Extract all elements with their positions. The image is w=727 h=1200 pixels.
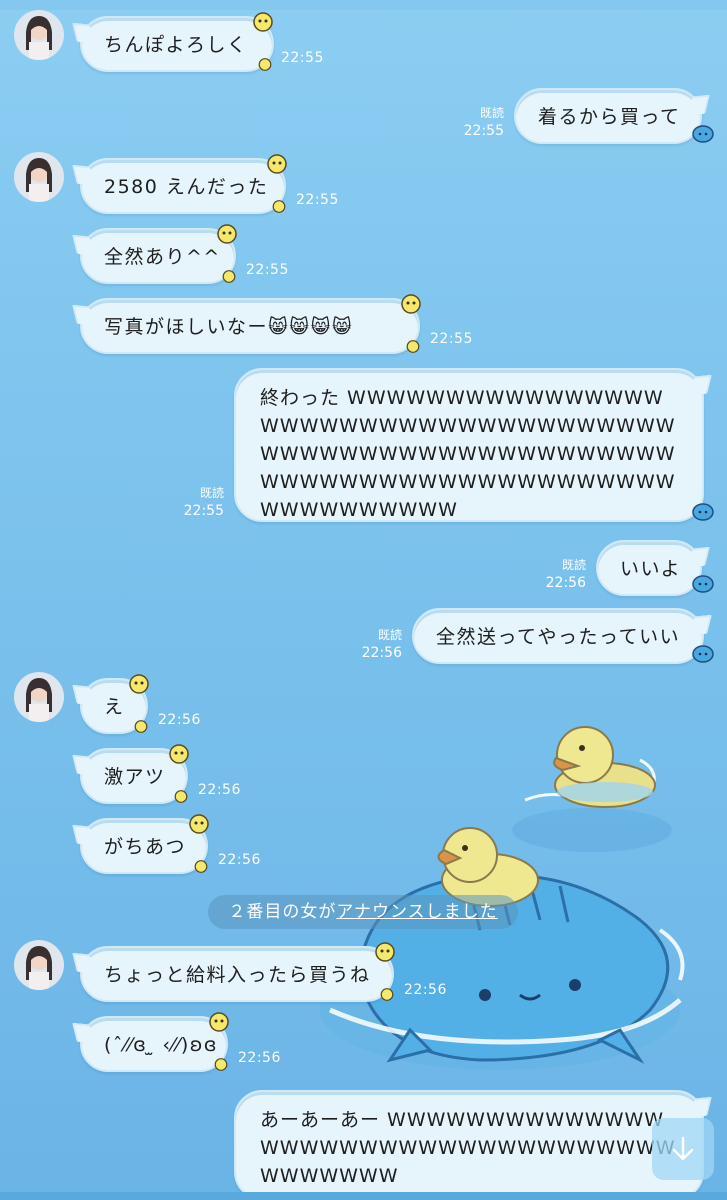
- chick-icon: [214, 1058, 228, 1071]
- chick-icon: [222, 270, 236, 283]
- message-text: 着るから買って: [538, 106, 681, 128]
- incoming-message[interactable]: ちょっと給料入ったら買うね: [80, 946, 394, 1002]
- message-time: 22:55: [463, 123, 504, 139]
- contact-avatar[interactable]: [14, 152, 64, 202]
- message-time: 22:55: [183, 503, 224, 519]
- incoming-message[interactable]: 2580 えんだった: [80, 158, 286, 214]
- outgoing-message[interactable]: いいよ: [596, 540, 702, 596]
- outgoing-message[interactable]: 着るから買って: [514, 88, 702, 144]
- chick-icon: [406, 340, 420, 353]
- chick-icon: [174, 790, 188, 803]
- blue-fish-icon: [692, 125, 714, 143]
- message-time: 22:56: [238, 1050, 281, 1066]
- announcement-prefix: ２番目の女が: [228, 902, 337, 922]
- chick-icon: [272, 200, 286, 213]
- message-time: 22:55: [281, 50, 324, 66]
- message-time: 22:56: [218, 852, 261, 868]
- message-text: 2580 えんだった: [104, 176, 269, 198]
- message-time: 22:55: [430, 331, 473, 347]
- announcement-link[interactable]: アナウンスしました: [336, 902, 497, 922]
- chick-icon: [129, 674, 149, 694]
- contact-avatar[interactable]: [14, 672, 64, 722]
- outgoing-message[interactable]: あーあーあー WWWWWWWWWWWWWWWWWWWWWWWWWWWWWWWWW…: [234, 1090, 704, 1200]
- read-receipt: 既読 22:55: [462, 104, 504, 140]
- bottom-edge: [0, 1192, 727, 1200]
- message-text: 全然送ってやったっていい: [436, 626, 681, 648]
- message-text: あーあーあー WWWWWWWWWWWWWWWWWWWWWWWWWWWWWWWWW…: [260, 1109, 676, 1187]
- announcement-banner: ２番目の女がアナウンスしました: [208, 895, 518, 929]
- message-text: 終わった WWWWWWWWWWWWWWWWWWWWWWWWWWWWWWWWWWW…: [260, 387, 676, 521]
- chick-icon: [194, 860, 208, 873]
- message-text: いいよ: [620, 558, 682, 580]
- chick-icon: [380, 988, 394, 1001]
- chick-icon: [134, 720, 148, 733]
- chick-icon: [258, 58, 272, 71]
- message-text: (ˆ⁄⁄ɞ ̫ ‹⁄⁄)ʚɞ: [104, 1034, 219, 1056]
- read-receipt: 既読 22:56: [544, 556, 586, 592]
- message-text: 写真がほしいなー😸😸😸😸: [104, 316, 354, 338]
- message-text: がちあつ: [104, 836, 187, 858]
- outgoing-message[interactable]: 終わった WWWWWWWWWWWWWWWWWWWWWWWWWWWWWWWWWWW…: [234, 368, 704, 522]
- incoming-message[interactable]: 全然あり^^: [80, 228, 236, 284]
- message-time: 22:55: [296, 192, 339, 208]
- chick-icon: [267, 154, 287, 174]
- incoming-message[interactable]: 写真がほしいなー😸😸😸😸: [80, 298, 420, 354]
- read-receipt: 既読 22:56: [360, 626, 402, 662]
- chick-icon: [253, 12, 273, 32]
- message-time: 22:55: [246, 262, 289, 278]
- arrow-down-icon: [672, 1136, 694, 1161]
- read-label: 既読: [199, 486, 224, 500]
- read-label: 既読: [377, 628, 402, 642]
- message-text: 全然あり^^: [104, 246, 221, 268]
- contact-avatar[interactable]: [14, 940, 64, 990]
- incoming-message[interactable]: (ˆ⁄⁄ɞ ̫ ‹⁄⁄)ʚɞ: [80, 1016, 228, 1072]
- contact-avatar[interactable]: [14, 10, 64, 60]
- message-time: 22:56: [361, 645, 402, 661]
- read-label: 既読: [479, 106, 504, 120]
- message-text: 激アツ: [104, 766, 166, 788]
- message-time: 22:56: [198, 782, 241, 798]
- chick-icon: [169, 744, 189, 764]
- message-time: 22:56: [158, 712, 201, 728]
- message-text: ちんぽよろしく: [104, 34, 248, 56]
- chick-icon: [401, 294, 421, 314]
- message-text: え: [104, 696, 125, 718]
- blue-fish-icon: [692, 575, 714, 593]
- message-time: 22:56: [404, 982, 447, 998]
- chick-icon: [375, 942, 395, 962]
- blue-fish-icon: [692, 645, 714, 663]
- chick-icon: [217, 224, 237, 244]
- read-receipt: 既読 22:55: [182, 484, 224, 520]
- outgoing-message[interactable]: 全然送ってやったっていい: [412, 608, 704, 664]
- chick-icon: [209, 1012, 229, 1032]
- message-text: ちょっと給料入ったら買うね: [104, 964, 371, 986]
- read-label: 既読: [561, 558, 586, 572]
- chick-icon: [189, 814, 209, 834]
- scroll-to-bottom-button[interactable]: [652, 1118, 714, 1180]
- blue-fish-icon: [692, 503, 714, 521]
- message-time: 22:56: [545, 575, 586, 591]
- incoming-message[interactable]: ちんぽよろしく: [80, 16, 274, 72]
